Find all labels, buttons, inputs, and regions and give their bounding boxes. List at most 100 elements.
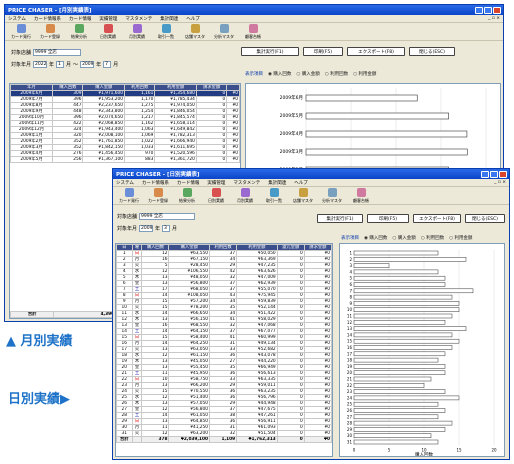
year-unit: 年 <box>155 226 161 232</box>
export-button[interactable]: エクスポート(F8) <box>413 214 461 223</box>
toolbar-button[interactable]: 日別実績 <box>203 188 229 204</box>
store-select[interactable]: 9999 全店 <box>139 213 196 220</box>
radio-option[interactable]: ◉ 購入回数 <box>364 235 387 241</box>
tool-label: 月別実績 <box>129 34 145 39</box>
total-cell: ¥1,762,313 <box>236 436 278 443</box>
toolbar-button[interactable]: 日別実績 <box>95 24 121 40</box>
toolbar-button[interactable]: 顧客台帳 <box>348 188 374 204</box>
y-tick-label: 2009年4月 <box>280 130 303 137</box>
menu-item[interactable]: カード情報 <box>177 180 200 186</box>
close-button[interactable]: 閉じる(ESC) <box>465 214 505 223</box>
toolbar-button[interactable]: 取引一覧 <box>261 188 287 204</box>
child-window-controls[interactable]: _ ▫ × <box>488 16 500 21</box>
y-tick-label: 9 <box>349 301 352 306</box>
radio-option[interactable]: ○ 利用回数 <box>421 235 444 241</box>
toolbar-button[interactable]: 取引一覧 <box>153 24 179 40</box>
run-button[interactable]: 集計実行(F1) <box>241 47 299 56</box>
year-select[interactable]: 2009 <box>139 225 154 232</box>
from-year-select[interactable]: 2022 <box>33 61 48 68</box>
bar <box>353 414 439 420</box>
x-tick-label: 15 <box>456 447 462 452</box>
radio-option[interactable]: ○ 利用金額 <box>353 71 376 77</box>
month-unit: 月 <box>66 62 72 68</box>
menu-item[interactable]: 実績管理 <box>99 16 117 22</box>
menu-item[interactable]: システム <box>8 16 26 22</box>
tool-icon <box>298 188 308 197</box>
toolbar-button[interactable]: 結果分析 <box>174 188 200 204</box>
table-cell: 2009年5月 <box>10 156 54 163</box>
radio-option[interactable]: ○ 利用回数 <box>325 71 348 77</box>
toolbar-button[interactable]: カード登録 <box>145 188 171 204</box>
menu-item[interactable]: 実績管理 <box>207 180 225 186</box>
total-cell: 合計 <box>116 436 133 443</box>
close-icon[interactable] <box>499 170 507 178</box>
menu-item[interactable]: ヘルプ <box>294 180 308 186</box>
tool-icon <box>327 188 337 197</box>
bar <box>353 401 439 407</box>
monthly-caption: ▲ 月別実績 <box>6 334 73 349</box>
menu-item[interactable]: カード情報系 <box>34 16 61 22</box>
y-tick-label: 14 <box>347 332 353 337</box>
radio-label: 利用金額 <box>454 236 473 241</box>
maximize-icon[interactable] <box>484 6 492 14</box>
close-button[interactable]: 閉じる(ESC) <box>409 47 455 56</box>
month-select[interactable]: 3 <box>162 225 171 232</box>
total-cell: 1,109 <box>209 436 238 443</box>
y-tick-label: 22 <box>347 383 353 388</box>
toolbar-button[interactable]: 月別実績 <box>124 24 150 40</box>
export-button[interactable]: エクスポート(F8) <box>347 47 405 56</box>
radio-option[interactable]: ◉ 購入回数 <box>268 71 291 77</box>
print-button[interactable]: 印刷(F5) <box>367 214 409 223</box>
toolbar-button[interactable]: 分析マスタ <box>319 188 345 204</box>
menu-item[interactable]: 集計関連 <box>160 16 178 22</box>
bar <box>353 294 453 300</box>
tool-icon <box>240 188 250 197</box>
maximize-icon[interactable] <box>490 170 498 178</box>
toolbar-button[interactable]: 顧客台帳 <box>240 24 266 40</box>
menu-item[interactable]: マスタメンテ <box>233 180 260 186</box>
toolbar-button[interactable]: カード発行 <box>8 24 34 40</box>
menu-item[interactable]: カード情報系 <box>142 180 169 186</box>
run-button[interactable]: 集計実行(F1) <box>317 214 363 223</box>
month-unit: 月 <box>172 226 178 232</box>
to-year-select[interactable]: 2009 <box>80 61 95 68</box>
radio-option[interactable]: ○ 購入金額 <box>392 235 415 241</box>
child-window-controls[interactable]: _ ▫ × <box>494 180 506 185</box>
radio-option[interactable]: ○ 利用金額 <box>449 235 472 241</box>
tool-icon <box>356 188 366 197</box>
toolbar: カード発行 カード登録 結果分析 日別実績 月別実績 取引一覧 店舗マスタ 分析マスタ 顧客台帳 <box>5 23 503 41</box>
from-month-select[interactable]: 1 <box>56 61 65 68</box>
to-month-select[interactable]: 7 <box>103 61 112 68</box>
tool-label: 月別実績 <box>237 198 253 203</box>
radio-label: 購入回数 <box>369 236 388 241</box>
total-cell: 合計 <box>10 311 55 318</box>
menu-item[interactable]: 集計関連 <box>268 180 286 186</box>
menu-item[interactable]: ヘルプ <box>186 16 200 22</box>
tool-label: 分析マスタ <box>322 198 342 203</box>
table-row[interactable]: 2009年5月 256 ¥1,367,100 883 ¥1,361,720 0 ¥0 <box>10 156 240 163</box>
tool-icon <box>190 24 200 33</box>
minimize-icon[interactable] <box>475 6 483 14</box>
menu-item[interactable]: カード情報 <box>69 16 92 22</box>
menu-item[interactable]: システム <box>116 180 134 186</box>
toolbar-button[interactable]: カード発行 <box>116 188 142 204</box>
toolbar-button[interactable]: 店舗マスタ <box>182 24 208 40</box>
store-select[interactable]: 9999 全店 <box>33 49 82 56</box>
bar <box>305 94 418 102</box>
menu-item[interactable]: マスタメンテ <box>125 16 152 22</box>
toolbar-button[interactable]: 分析マスタ <box>211 24 237 40</box>
toolbar-button[interactable]: カード登録 <box>37 24 63 40</box>
print-button[interactable]: 印刷(F5) <box>303 47 343 56</box>
radio-option[interactable]: ○ 購入金額 <box>296 71 319 77</box>
toolbar-button[interactable]: 月別実績 <box>232 188 258 204</box>
bar <box>353 288 474 294</box>
bar <box>353 427 446 432</box>
close-icon[interactable] <box>493 6 501 14</box>
toolbar-button[interactable]: 店舗マスタ <box>290 188 316 204</box>
y-tick-label: 23 <box>347 389 353 394</box>
daily-caption: 日別実績▶ <box>8 392 70 407</box>
bar <box>353 338 460 344</box>
y-tick-label: 15 <box>347 339 353 344</box>
toolbar-button[interactable]: 結果分析 <box>66 24 92 40</box>
minimize-icon[interactable] <box>481 170 489 178</box>
